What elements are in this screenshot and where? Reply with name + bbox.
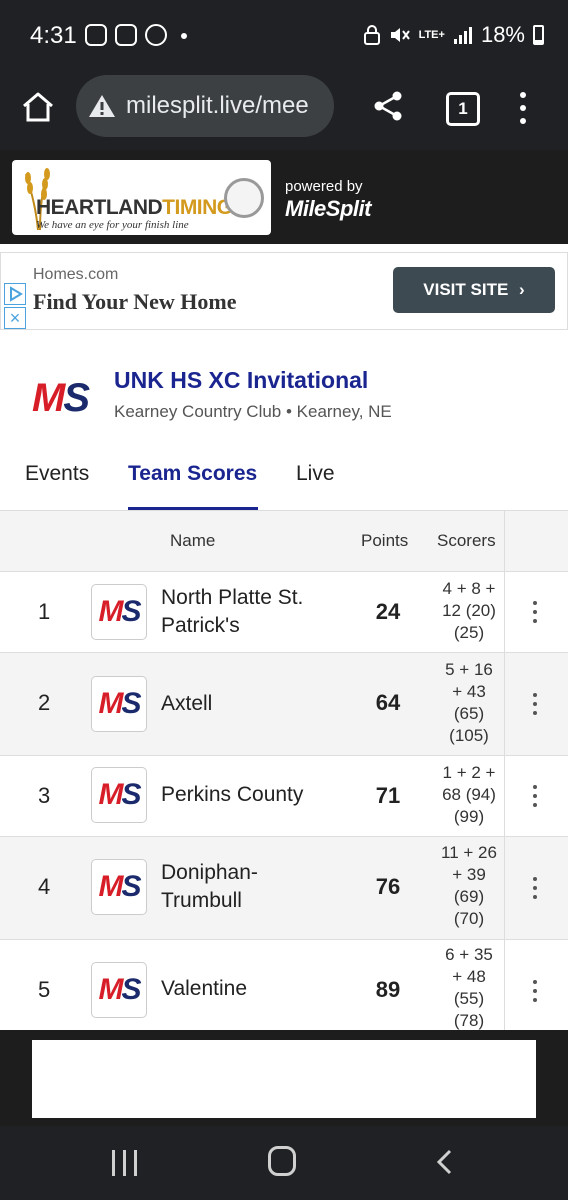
- team-scorers: 1 + 2 +68 (94) (99): [442, 763, 496, 826]
- team-points: 24: [375, 599, 401, 624]
- team-scorers: 5 + 16 + 43 (65) (105): [445, 660, 493, 745]
- team-logo: MS: [91, 859, 147, 915]
- mute-icon: [390, 28, 410, 42]
- team-points: 64: [375, 690, 401, 715]
- visit-site-button[interactable]: VISIT SITE ›: [393, 267, 555, 313]
- team-logo: MS: [91, 584, 147, 640]
- browser-menu-icon[interactable]: [517, 92, 529, 124]
- team-logo: MS: [91, 962, 147, 1018]
- more-notifications-dot-icon: [181, 33, 187, 39]
- ad-placeholder[interactable]: [32, 1040, 536, 1118]
- bottom-ad-slot: [0, 1030, 568, 1126]
- home-icon[interactable]: [20, 89, 56, 125]
- ad-domain: Homes.com: [33, 266, 119, 283]
- signal-icon: [453, 27, 472, 44]
- meet-location: Kearney Country Club • Kearney, NE: [114, 402, 392, 421]
- row-menu-icon[interactable]: [533, 785, 539, 807]
- system-navigation-bar: [0, 1126, 568, 1200]
- column-header-points[interactable]: Points: [361, 531, 408, 551]
- heartland-tagline: We have an eye for your finish line: [36, 219, 189, 231]
- team-scorers: 4 + 8 +12 (20) (25): [442, 579, 496, 642]
- row-menu-icon[interactable]: [533, 877, 539, 899]
- tab-events[interactable]: Events: [25, 462, 89, 486]
- meet-title[interactable]: UNK HS XC Invitational: [114, 367, 368, 394]
- tab-live[interactable]: Live: [296, 462, 335, 486]
- site-header: HEARTLANDTIMING We have an eye for your …: [0, 150, 568, 244]
- app-notification-icon: [115, 24, 137, 46]
- row-menu-icon[interactable]: [533, 980, 539, 1002]
- team-scorers: 6 + 35 + 48 (55) (78): [445, 945, 493, 1030]
- team-logo: MS: [91, 676, 147, 732]
- heartland-timing-wordmark: HEARTLANDTIMING: [36, 196, 233, 219]
- notification-icons: [85, 24, 187, 46]
- team-points: 89: [375, 977, 401, 1002]
- team-points: 71: [375, 783, 401, 808]
- status-right: LTE+ 18%: [363, 22, 544, 48]
- team-points: 76: [375, 874, 401, 899]
- not-secure-warning-icon[interactable]: [88, 93, 116, 119]
- team-rank: 1: [38, 599, 51, 624]
- battery-icon: [533, 25, 544, 45]
- app-notification-icon: [85, 24, 107, 46]
- team-logo: MS: [91, 767, 147, 823]
- table-row[interactable]: 2 MS Axtell 64 5 + 16 + 43 (65) (105): [0, 653, 568, 756]
- stopwatch-icon: [224, 178, 264, 218]
- status-bar: 4:31 LTE+ 18%: [0, 0, 568, 72]
- powered-by-label: powered by: [285, 178, 363, 195]
- recent-apps-icon[interactable]: [112, 1150, 137, 1176]
- address-bar[interactable]: milesplit.live/mee: [76, 75, 334, 137]
- team-name[interactable]: Axtell: [161, 690, 341, 718]
- tab-switcher-button[interactable]: 1: [446, 92, 480, 126]
- network-type: LTE+: [418, 29, 445, 41]
- team-rank: 5: [38, 977, 51, 1002]
- back-icon[interactable]: [432, 1148, 460, 1176]
- chevron-right-icon: ›: [519, 280, 525, 299]
- row-menu-icon[interactable]: [533, 693, 539, 715]
- team-scores-table: Name Points Scorers 1 MS North Platte St…: [0, 510, 568, 1031]
- home-nav-icon[interactable]: [268, 1146, 296, 1176]
- table-row[interactable]: 5 MS Valentine 89 6 + 35 + 48 (55) (78): [0, 940, 568, 1031]
- team-rank: 2: [38, 690, 51, 715]
- heartland-timing-logo[interactable]: HEARTLANDTIMING We have an eye for your …: [12, 160, 271, 235]
- lock-icon: [363, 25, 380, 45]
- milesplit-meet-logo: MS: [32, 376, 90, 420]
- ad-banner[interactable]: × Homes.com Find Your New Home VISIT SIT…: [0, 252, 568, 330]
- row-menu-icon[interactable]: [533, 601, 539, 623]
- browser-toolbar: milesplit.live/mee 1: [0, 72, 568, 150]
- ad-headline[interactable]: Find Your New Home: [33, 289, 237, 315]
- team-name[interactable]: Doniphan- Trumbull: [161, 859, 341, 915]
- column-header-name[interactable]: Name: [170, 531, 215, 551]
- ad-close-icon[interactable]: ×: [4, 307, 26, 329]
- share-icon[interactable]: [372, 90, 404, 122]
- table-row[interactable]: 4 MS Doniphan- Trumbull 76 11 + 26 + 39 (69…: [0, 837, 568, 940]
- team-name[interactable]: Perkins County: [161, 781, 341, 809]
- team-rank: 3: [38, 783, 51, 808]
- battery-percent: 18%: [480, 22, 525, 47]
- table-row[interactable]: 1 MS North Platte St. Patrick's 24 4 + 8 …: [0, 572, 568, 653]
- pinterest-icon: [145, 24, 167, 46]
- column-header-scorers[interactable]: Scorers: [437, 531, 496, 551]
- url-text[interactable]: milesplit.live/mee: [126, 75, 309, 137]
- team-rank: 4: [38, 874, 51, 899]
- adchoices-icon[interactable]: [4, 283, 26, 305]
- table-row[interactable]: 3 MS Perkins County 71 1 + 2 +68 (94) (99…: [0, 756, 568, 837]
- team-scorers: 11 + 26 + 39 (69) (70): [441, 843, 497, 928]
- table-header: Name Points Scorers: [0, 511, 568, 572]
- team-name[interactable]: Valentine: [161, 975, 341, 1003]
- meet-tabs: Events Team Scores Live: [0, 452, 568, 510]
- team-name[interactable]: North Platte St. Patrick's: [161, 584, 341, 640]
- tab-team-scores[interactable]: Team Scores: [128, 462, 257, 486]
- milesplit-logo[interactable]: MileSplit: [285, 196, 371, 222]
- status-time: 4:31: [30, 22, 77, 49]
- column-divider: [504, 511, 505, 1031]
- visit-site-label: VISIT SITE: [423, 280, 509, 299]
